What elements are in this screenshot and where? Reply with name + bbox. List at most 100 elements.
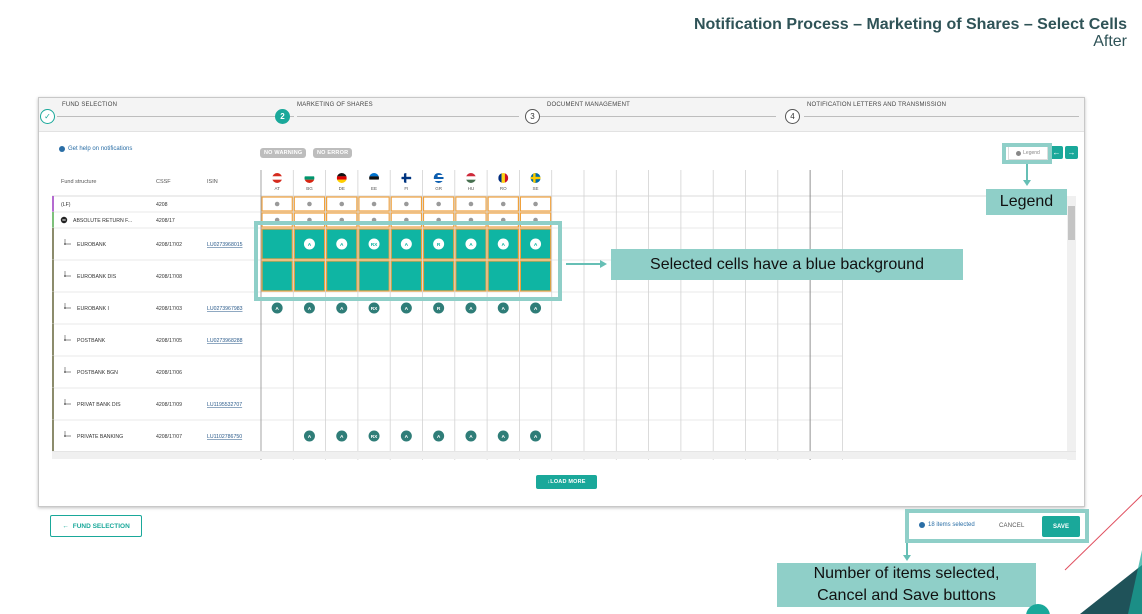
cancel-button[interactable]: CANCEL: [999, 523, 1025, 529]
grid-cell[interactable]: A: [303, 302, 315, 314]
finland-flag-icon: [401, 173, 412, 183]
slide-title: Notification Process – Marketing of Shar…: [694, 16, 1127, 50]
grid-cell[interactable]: A: [336, 302, 348, 314]
table-row[interactable]: PRIVATE BANKING 4208/17/07 LU1102786750 A A R…: [52, 420, 843, 453]
step-document-management[interactable]: 3 DOCUMENT MANAGEMENT: [525, 102, 630, 124]
grid-cell[interactable]: [326, 196, 358, 212]
callout-line: Cancel and Save buttons: [817, 587, 996, 604]
grid-cell[interactable]: [455, 212, 487, 228]
grid-cell[interactable]: [261, 212, 293, 228]
isin-link[interactable]: LU0273967983: [207, 306, 243, 312]
isin-link[interactable]: LU0273968015: [207, 242, 243, 248]
step-marketing-of-shares[interactable]: 2 MARKETING OF SHARES: [275, 102, 373, 124]
scrollbar-thumb[interactable]: [1068, 206, 1075, 240]
grid-cell[interactable]: [519, 212, 552, 228]
table-row[interactable]: PRIVAT BANK DIS 4208/17/09 LU1195532707: [52, 388, 843, 421]
grid-cell[interactable]: [358, 196, 390, 212]
step-notification-letters[interactable]: 4 NOTIFICATION LETTERS AND TRANSMISSION: [785, 102, 946, 124]
grid-cell[interactable]: [519, 196, 552, 212]
grid-cell[interactable]: RX: [368, 302, 380, 314]
grid-cell[interactable]: A: [530, 430, 542, 442]
scroll-right-button[interactable]: →: [1065, 146, 1078, 159]
grid-cell[interactable]: A: [433, 430, 445, 442]
legend-button[interactable]: Legend: [1008, 146, 1048, 160]
grid-cell[interactable]: [261, 260, 293, 292]
scroll-left-button[interactable]: ←: [1050, 146, 1063, 159]
grid-cell[interactable]: A: [400, 430, 412, 442]
row-fund-name: EUROBANK: [77, 242, 107, 248]
grid-cell[interactable]: [390, 212, 423, 228]
grid-cell[interactable]: [487, 196, 520, 212]
grid-cell[interactable]: [358, 212, 390, 228]
country-code: FI: [404, 186, 408, 191]
grid-cell[interactable]: R: [422, 228, 455, 260]
table-row[interactable]: ABSOLUTE RETURN F... 4208/17: [52, 212, 843, 229]
grid-cell[interactable]: [487, 260, 520, 292]
grid-cell[interactable]: [422, 212, 455, 228]
horizontal-scrollbar[interactable]: [52, 451, 1076, 459]
grid-cell[interactable]: A: [497, 302, 509, 314]
grid-cell[interactable]: A: [465, 430, 477, 442]
grid-cell[interactable]: A: [465, 302, 477, 314]
marketing-status-code: A: [534, 242, 538, 248]
grid-cell[interactable]: A: [497, 430, 509, 442]
grid-cell[interactable]: A: [400, 302, 412, 314]
help-link[interactable]: Get help on notifications: [59, 146, 132, 152]
grid-cell[interactable]: A: [390, 228, 423, 260]
grid-cell[interactable]: [422, 196, 455, 212]
grid-cell[interactable]: [455, 196, 487, 212]
grid-cell[interactable]: [261, 196, 293, 212]
grid-cell[interactable]: [487, 212, 520, 228]
no-error-filter[interactable]: NO ERROR: [313, 148, 353, 158]
grid-cell[interactable]: A: [519, 228, 552, 260]
grid-cell[interactable]: A: [326, 228, 358, 260]
table-row[interactable]: (LF) 4208: [52, 196, 843, 213]
isin-link[interactable]: LU0273968288: [207, 338, 243, 344]
grid-cell[interactable]: [293, 260, 326, 292]
row-cssf: 4208/17/07: [156, 434, 182, 440]
grid-cell[interactable]: [358, 260, 390, 292]
step-fund-selection[interactable]: ✓ FUND SELECTION: [40, 102, 117, 124]
isin-link[interactable]: LU1195532707: [207, 402, 242, 408]
country-code: SE: [533, 186, 539, 191]
grid-cell[interactable]: [422, 260, 455, 292]
save-button[interactable]: SAVE: [1042, 516, 1080, 537]
grid-cell[interactable]: RX: [358, 228, 390, 260]
table-row[interactable]: POSTBANK BGN 4208/17/06: [52, 356, 843, 389]
tree-branch-icon: [64, 335, 71, 341]
country-header-gr: GR: [433, 173, 444, 191]
grid-cell[interactable]: A: [336, 430, 348, 442]
grid-cell[interactable]: [261, 228, 293, 260]
grid-cell[interactable]: [390, 260, 423, 292]
table-row[interactable]: EUROBANK I 4208/17/03 LU0273967983 A A A RX A R A…: [52, 292, 843, 325]
step-label: FUND SELECTION: [62, 102, 118, 108]
selected-cells-pointer: [566, 263, 602, 265]
grid-cell[interactable]: [519, 260, 552, 292]
grid-cell[interactable]: R: [433, 302, 445, 314]
load-more-button[interactable]: ↓ LOAD MORE: [536, 475, 597, 489]
grid-cell[interactable]: [455, 260, 487, 292]
grid-cell[interactable]: [293, 212, 326, 228]
country-code: RO: [500, 186, 507, 191]
no-warning-filter[interactable]: NO WARNING: [260, 148, 307, 158]
row-cssf: 4208: [156, 202, 168, 208]
grid-cell[interactable]: [293, 196, 326, 212]
marketing-grid: Fund structure CSSF ISIN AT BG DE EE FI GR HU RO SE…: [52, 170, 1076, 460]
action-bar-arrowhead: [903, 555, 911, 561]
grid-cell[interactable]: A: [271, 302, 283, 314]
grid-cell[interactable]: A: [303, 430, 315, 442]
grid-cell[interactable]: A: [293, 228, 326, 260]
grid-cell[interactable]: A: [487, 228, 520, 260]
grid-cell[interactable]: A: [455, 228, 487, 260]
status-icon: [533, 217, 538, 223]
grid-canvas: Fund structure CSSF ISIN AT BG DE EE FI GR HU RO SE…: [52, 170, 1076, 460]
grid-cell[interactable]: [326, 260, 358, 292]
grid-cell[interactable]: A: [530, 302, 542, 314]
isin-link[interactable]: LU1102786750: [207, 434, 242, 440]
grid-cell[interactable]: [390, 196, 423, 212]
table-row[interactable]: POSTBANK 4208/17/05 LU0273968288: [52, 324, 843, 357]
status-icon: [436, 217, 441, 223]
grid-cell[interactable]: RX: [368, 430, 380, 442]
back-fund-selection-button[interactable]: ← FUND SELECTION: [50, 515, 142, 537]
grid-cell[interactable]: [326, 212, 358, 228]
